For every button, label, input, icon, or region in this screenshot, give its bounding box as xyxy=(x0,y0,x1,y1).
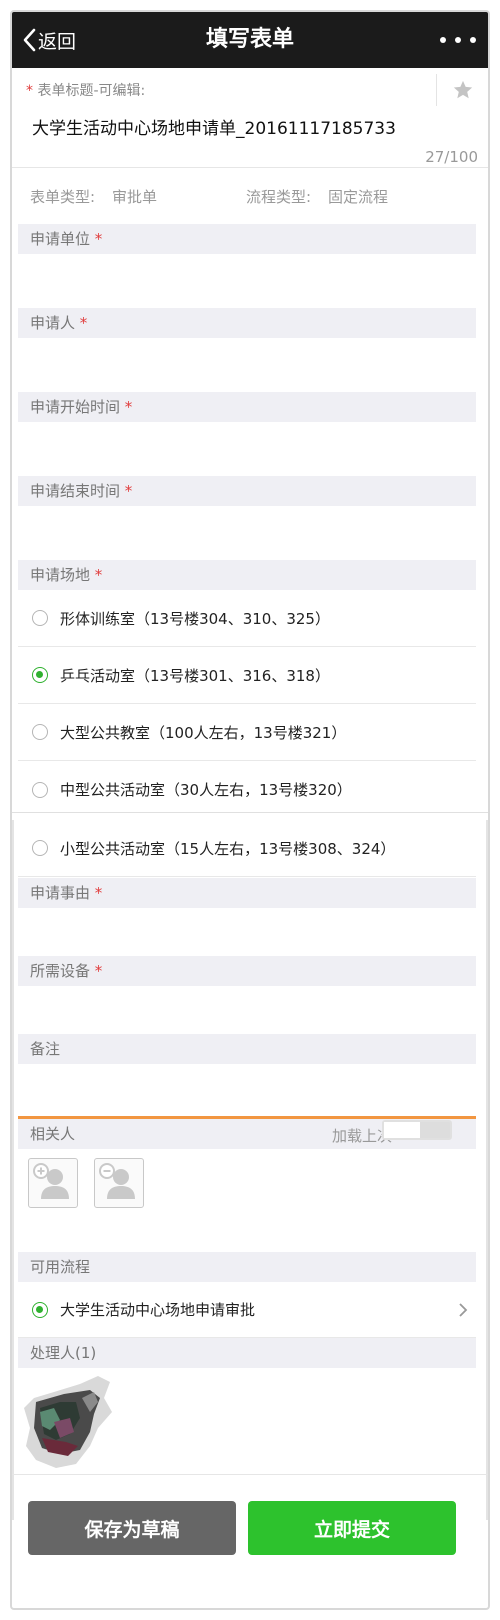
required-mark: * xyxy=(26,83,33,99)
unit-input[interactable] xyxy=(18,254,476,308)
venue-option-label: 乒乓活动室（13号楼301、316、318） xyxy=(60,666,330,685)
required-mark: * xyxy=(124,398,133,416)
field-header-end-time: 申请结束时间 * xyxy=(18,476,476,506)
divider xyxy=(12,820,14,1520)
add-person-button[interactable] xyxy=(28,1158,78,1208)
venue-option[interactable]: 乒乓活动室（13号楼301、316、318） xyxy=(18,647,476,704)
form-type-value: 审批单 xyxy=(112,188,158,206)
venue-option-label: 大型公共教室（100人左右，13号楼321） xyxy=(60,723,347,742)
field-header-venue: 申请场地 * xyxy=(18,560,476,590)
navbar: 返回 填写表单 xyxy=(12,12,488,68)
star-icon xyxy=(453,80,472,99)
venue-option-label: 中型公共活动室（30人左右，13号楼320） xyxy=(60,781,352,799)
field-label-start-time: 申请开始时间 xyxy=(30,398,121,416)
add-person-icon xyxy=(33,1163,69,1199)
applicant-input[interactable] xyxy=(18,338,476,392)
radio-unchecked-icon xyxy=(32,724,48,740)
venue-option-label: 小型公共活动室（15人左右，13号楼308、324） xyxy=(60,839,396,858)
remove-person-button[interactable] xyxy=(94,1158,144,1208)
field-header-applicant: 申请人 * xyxy=(18,308,476,338)
flow-type-label: 流程类型: xyxy=(246,188,312,206)
field-header-equipment: 所需设备 * xyxy=(18,956,476,986)
chevron-right-icon xyxy=(459,1303,468,1317)
venue-option[interactable]: 形体训练室（13号楼304、310、325） xyxy=(18,590,476,647)
end-time-input[interactable] xyxy=(18,506,476,560)
char-counter: 27/100 xyxy=(425,148,478,166)
chevron-left-icon xyxy=(23,28,36,52)
load-last-toggle[interactable] xyxy=(382,1120,452,1140)
field-header-reason: 申请事由 * xyxy=(18,878,476,908)
remarks-input[interactable] xyxy=(18,1064,476,1116)
flow-option[interactable]: 大学生活动中心场地申请审批 xyxy=(18,1282,476,1338)
radio-unchecked-icon xyxy=(32,840,48,856)
page-title: 填写表单 xyxy=(205,27,294,52)
back-button[interactable]: 返回 xyxy=(22,12,76,68)
flow-option-label: 大学生活动中心场地申请审批 xyxy=(60,1301,256,1319)
screenshot-seam xyxy=(12,812,488,820)
handler-avatar[interactable] xyxy=(20,1368,116,1472)
field-label-unit: 申请单位 xyxy=(30,230,91,248)
field-label-reason: 申请事由 xyxy=(30,884,91,902)
field-label-remarks: 备注 xyxy=(30,1040,61,1058)
footer-bar: 保存为草稿 立即提交 xyxy=(12,1474,488,1608)
required-mark: * xyxy=(94,962,103,980)
required-mark: * xyxy=(79,314,88,332)
available-flows-label: 可用流程 xyxy=(30,1258,91,1276)
field-label-venue: 申请场地 xyxy=(30,566,91,584)
app-frame: 返回 填写表单 * 表单标题-可编辑: 大学生活动中心场地申请单_2016111… xyxy=(10,10,490,1610)
back-label: 返回 xyxy=(38,30,77,53)
form-title-block: * 表单标题-可编辑: 大学生活动中心场地申请单_20161117185733 … xyxy=(12,68,488,168)
radio-checked-icon xyxy=(32,1301,48,1318)
field-header-unit: 申请单位 * xyxy=(18,224,476,254)
radio-unchecked-icon xyxy=(32,781,48,798)
field-header-remarks: 备注 xyxy=(18,1034,476,1064)
more-icon[interactable] xyxy=(440,30,476,50)
venue-option[interactable]: 小型公共活动室（15人左右，13号楼308、324） xyxy=(18,820,476,877)
available-flows-header: 可用流程 xyxy=(18,1252,476,1282)
field-label-applicant: 申请人 xyxy=(30,314,76,332)
handlers-header: 处理人(1) xyxy=(18,1338,476,1368)
radio-unchecked-icon xyxy=(32,610,48,626)
related-label: 相关人 xyxy=(30,1125,76,1143)
form-title-input[interactable]: 大学生活动中心场地申请单_20161117185733 xyxy=(32,114,396,139)
venue-option[interactable]: 中型公共活动室（30人左右，13号楼320） xyxy=(18,761,476,818)
reason-input[interactable] xyxy=(18,908,476,956)
field-label-equipment: 所需设备 xyxy=(30,962,91,980)
favorite-button[interactable] xyxy=(436,74,488,106)
remove-person-icon xyxy=(99,1163,135,1199)
required-mark: * xyxy=(94,230,103,248)
equipment-input[interactable] xyxy=(18,986,476,1034)
venue-option[interactable]: 大型公共教室（100人左右，13号楼321） xyxy=(18,704,476,761)
submit-button[interactable]: 立即提交 xyxy=(248,1501,456,1555)
form-type-label: 表单类型: xyxy=(30,188,96,206)
field-header-start-time: 申请开始时间 * xyxy=(18,392,476,422)
handlers-label: 处理人(1) xyxy=(30,1344,97,1362)
required-mark: * xyxy=(124,482,133,500)
radio-checked-icon xyxy=(32,667,48,683)
divider xyxy=(486,820,488,1520)
form-meta-row: 表单类型: 审批单 流程类型: 固定流程 xyxy=(12,168,488,224)
field-label-end-time: 申请结束时间 xyxy=(30,482,121,500)
required-mark: * xyxy=(94,884,103,902)
venue-option-label: 形体训练室（13号楼304、310、325） xyxy=(60,609,330,628)
form-title-label: 表单标题-可编辑: xyxy=(37,83,146,99)
required-mark: * xyxy=(94,566,103,584)
flow-type-value: 固定流程 xyxy=(328,188,389,206)
save-draft-button[interactable]: 保存为草稿 xyxy=(28,1501,236,1555)
form-title-label-row: * 表单标题-可编辑: xyxy=(26,80,145,100)
start-time-input[interactable] xyxy=(18,422,476,476)
